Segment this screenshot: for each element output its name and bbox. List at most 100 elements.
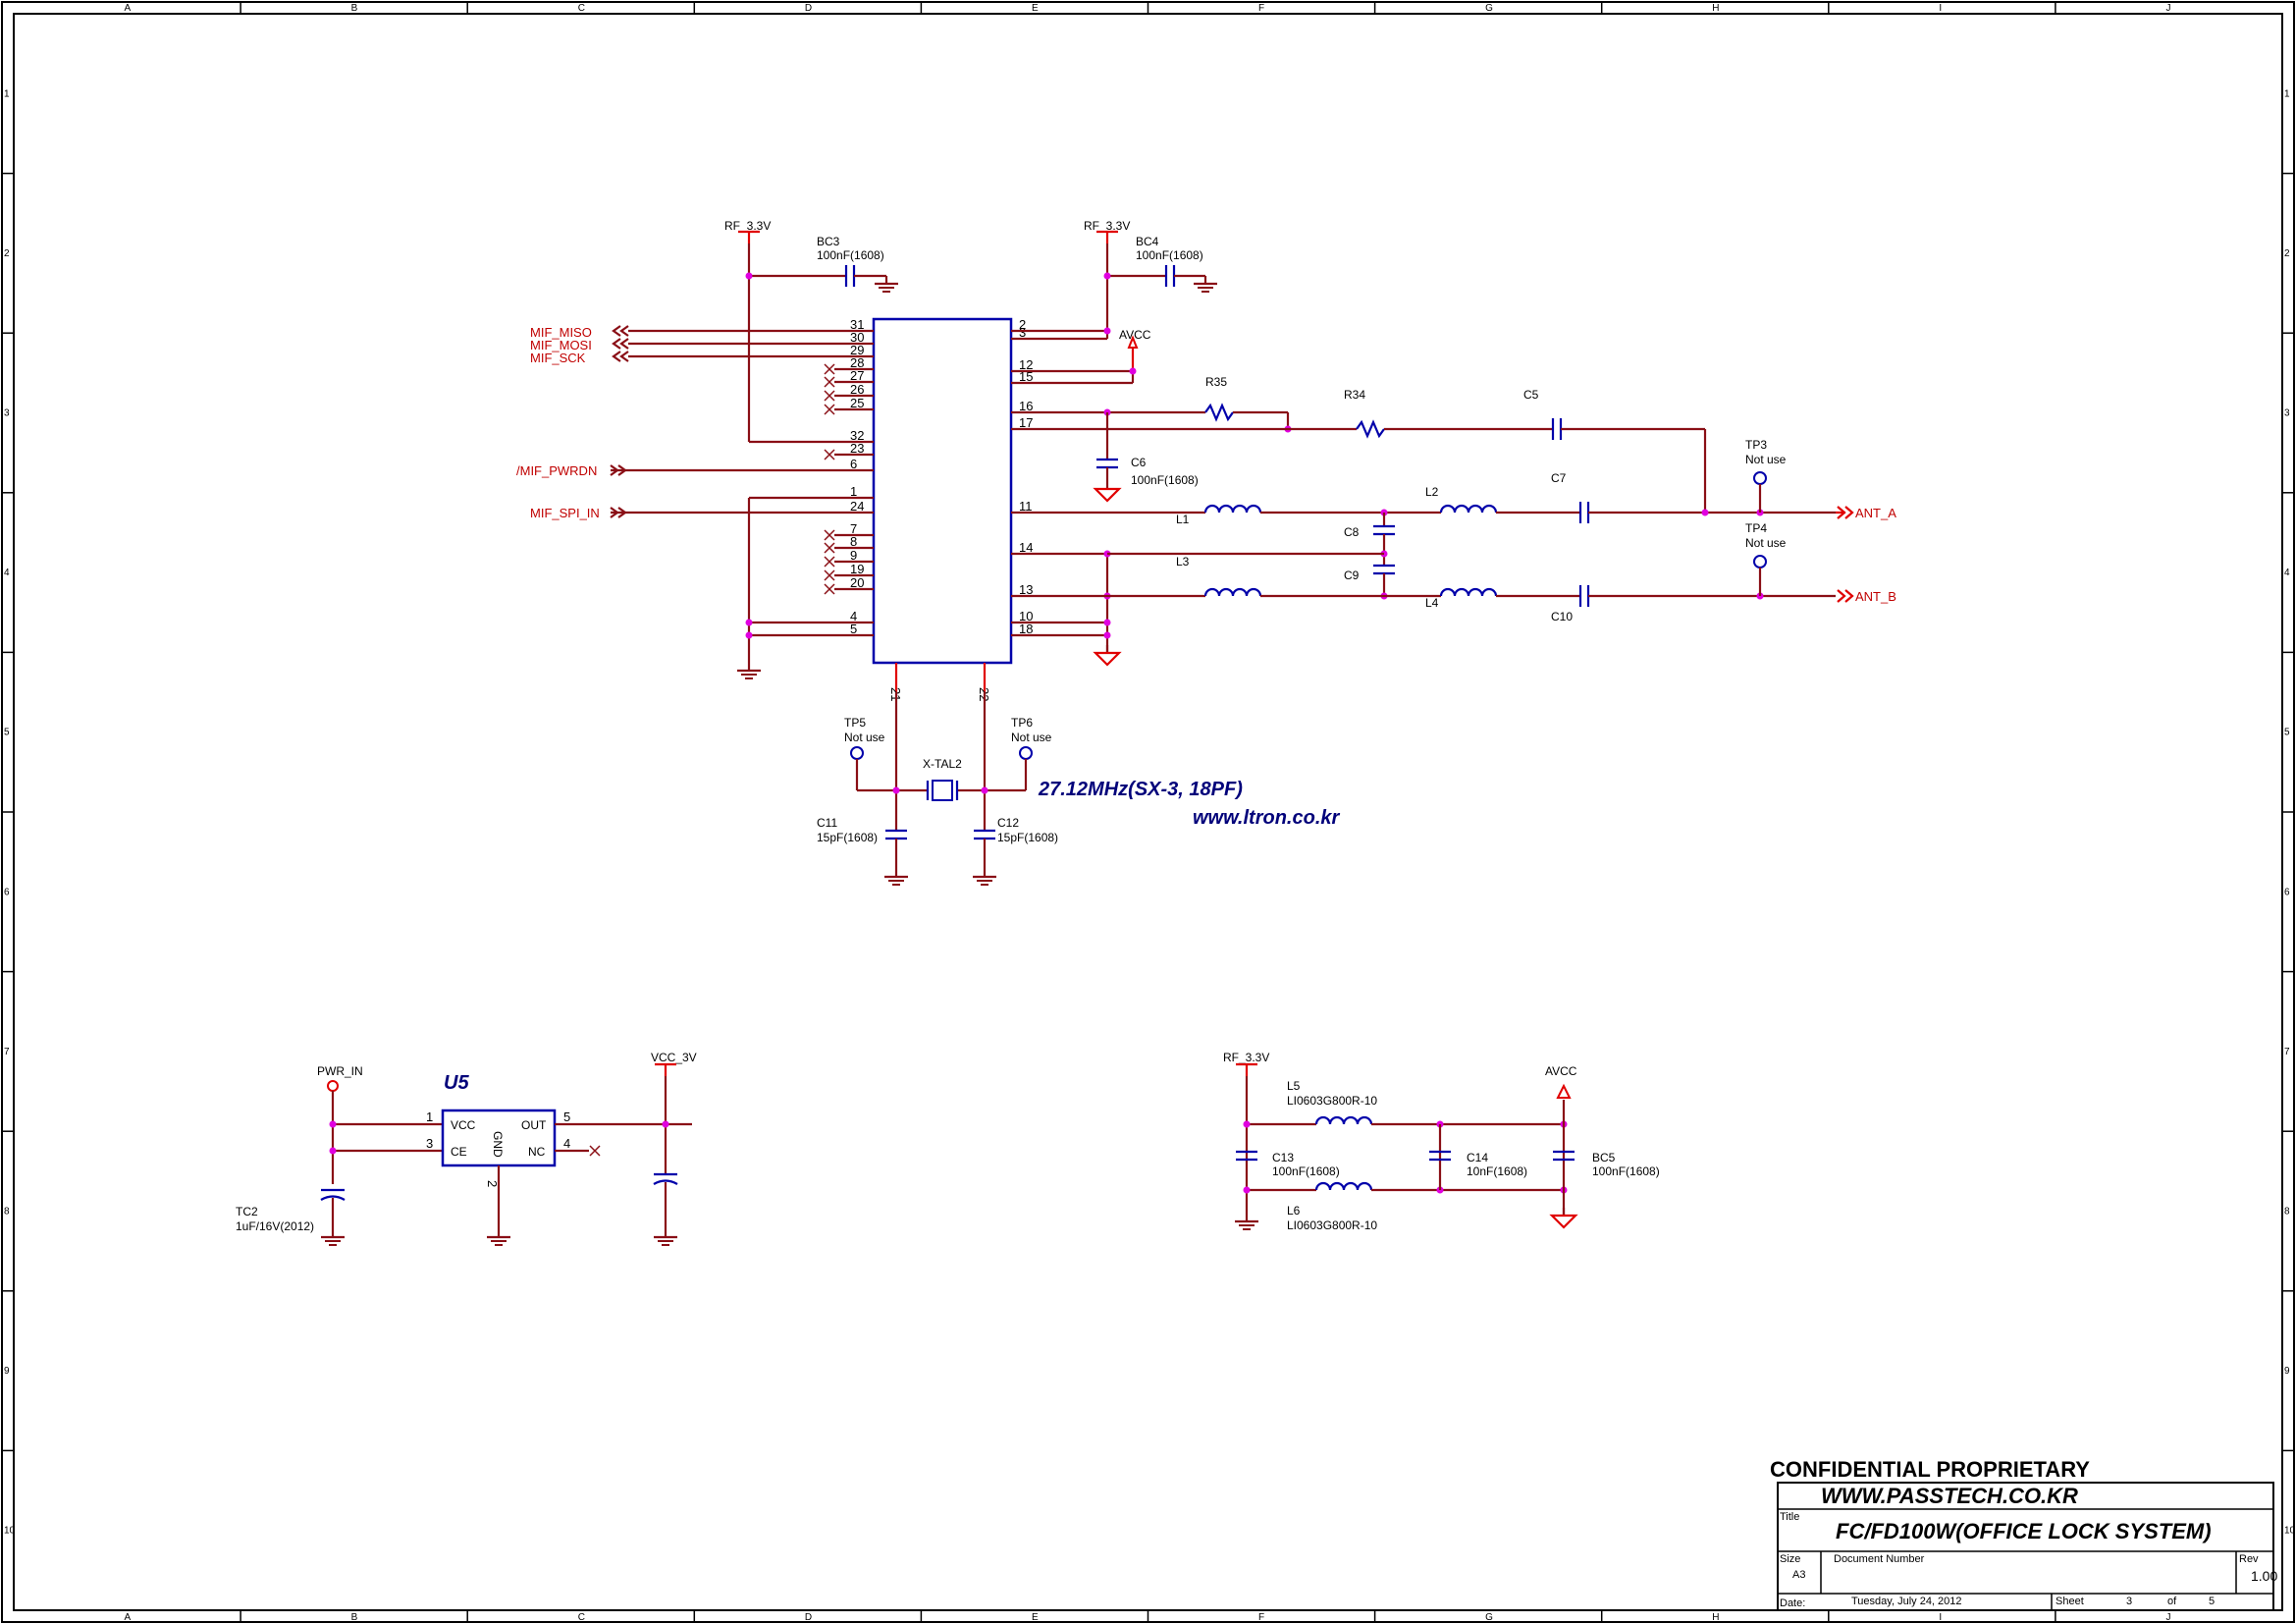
c13-ref: C13 [1272,1151,1294,1164]
zone-column-label: B [351,3,358,14]
zone-row-label: 9 [2284,1366,2290,1377]
zone-row-label: 3 [2284,408,2290,419]
zone-row-label: 5 [4,728,10,738]
ic-pin-label: 5 [850,622,857,636]
c14-value: 10nF(1608) [1467,1164,1527,1178]
zone-column-label: A [125,3,132,14]
c8-ref: C8 [1344,525,1360,539]
bc5-value: 100nF(1608) [1592,1164,1660,1178]
rf33-supply-right: RF_3.3V BC4 100nF(1608) AVCC [1011,219,1219,385]
u5-pin-3: 3 [426,1136,433,1151]
sheet-number: 3 [2126,1596,2132,1607]
ic-pin-label: 18 [1019,622,1033,636]
crystal-note: 27.12MHz(SX-3, 18PF) [1038,779,1243,800]
avcc-label: AVCC [1119,328,1151,342]
tp6-ref: TP6 [1011,716,1033,730]
l1-ref: L1 [1176,513,1190,526]
zone-row-label: 4 [2284,568,2290,578]
zone-row-label: 6 [2284,887,2290,897]
u5-pin-5: 5 [563,1110,570,1124]
bc5-ref: BC5 [1592,1151,1616,1164]
tp3-value: Not use [1745,453,1787,466]
zone-row-label: 10 [2284,1526,2296,1537]
rf33-label-filter: RF_3.3V [1223,1051,1269,1064]
ic-pin-label: 14 [1019,540,1033,555]
u5-pin-4: 4 [563,1136,570,1151]
tc2-ref: TC2 [236,1205,258,1218]
docnum-label: Document Number [1834,1553,1925,1565]
rf-matching-network: R35 R34 C5 C6 100nF(1608) ANT_A L1 L2 C7… [1011,375,1896,623]
r35-ref: R35 [1205,375,1227,389]
zone-column-label: C [578,1612,585,1623]
net-ant-a: ANT_A [1855,506,1896,520]
bc3-ref: BC3 [817,235,840,248]
ic-pin-label: 16 [1019,399,1033,413]
tp6-value: Not use [1011,731,1052,744]
ic-pin-label: 9 [850,548,857,563]
ic-pin-label: 25 [850,396,864,410]
c12-ref: C12 [997,816,1019,830]
tc2-value: 1uF/16V(2012) [236,1219,314,1233]
zone-row-label: 9 [4,1366,10,1377]
title-label: Title [1780,1511,1799,1523]
zone-column-label: J [2165,3,2170,14]
u5-vcc: VCC [451,1118,476,1132]
zone-row-label: 7 [2284,1047,2290,1057]
pwr-in-label: PWR_IN [317,1064,363,1078]
zone-column-label: D [805,3,812,14]
zone-row-label: 2 [2284,248,2290,259]
company-url: WWW.PASSTECH.CO.KR [1821,1484,2078,1508]
net-spi-in: MIF_SPI_IN [530,506,600,520]
zone-column-label: I [1939,1612,1942,1623]
net-pwrdn: /MIF_PWRDN [516,463,597,478]
c5-ref: C5 [1523,388,1539,402]
ic-pin-label: 13 [1019,582,1033,597]
tp5-ref: TP5 [844,716,866,730]
ic-pin-label: 1 [850,484,857,499]
no-connect-marks [824,363,874,595]
u5-ce: CE [451,1145,467,1159]
ic-pin-label: 19 [850,562,864,576]
c13-value: 100nF(1608) [1272,1164,1340,1178]
zone-column-label: C [578,3,585,14]
zone-row-label: 7 [4,1047,10,1057]
title-block: CONFIDENTIAL PROPRIETARY WWW.PASSTECH.CO… [1770,1457,2277,1611]
l3-ref: L3 [1176,555,1190,568]
ic-pin-label: 8 [850,534,857,549]
u5-pin-1: 1 [426,1110,433,1124]
zone-column-label: I [1939,3,1942,14]
of-label: of [2167,1596,2177,1607]
website-note: www.ltron.co.kr [1193,807,1340,829]
rev-label: Rev [2239,1553,2259,1565]
c6-ref: C6 [1131,456,1147,469]
c10-ref: C10 [1551,610,1573,623]
ic-pin-label: 6 [850,457,857,471]
ic-pin-label: 26 [850,382,864,397]
zone-row-label: 4 [4,568,10,578]
zone-row-label: 8 [2284,1207,2290,1218]
avcc-filter-label: AVCC [1545,1064,1577,1078]
zone-column-label: H [1712,1612,1719,1623]
zone-column-label: D [805,1612,812,1623]
rev-value: 1.00 [2251,1568,2277,1584]
zone-column-label: G [1485,1612,1493,1623]
bc3-value: 100nF(1608) [817,248,884,262]
zone-row-label: 10 [4,1526,16,1537]
ic-pin-label: 27 [850,368,864,383]
zone-column-label: E [1032,1612,1039,1623]
date-value: Tuesday, July 24, 2012 [1851,1596,1962,1607]
zone-column-label: A [125,1612,132,1623]
avcc-filter: RF_3.3V AVCC L5 LI0603G800R-10 L6 LI0603… [1223,1051,1660,1232]
l5-value: LI0603G800R-10 [1287,1094,1377,1108]
l6-ref: L6 [1287,1204,1301,1218]
c11-ref: C11 [817,816,837,830]
date-label: Date: [1780,1597,1805,1609]
bc4-ref: BC4 [1136,235,1159,248]
zone-column-label: F [1258,1612,1264,1623]
c9-ref: C9 [1344,568,1360,582]
ic-pin-label: 23 [850,441,864,456]
ic-pin-label: 20 [850,575,864,590]
r34-ref: R34 [1344,388,1365,402]
zone-column-label: H [1712,3,1719,14]
zone-row-label: 1 [4,88,10,99]
